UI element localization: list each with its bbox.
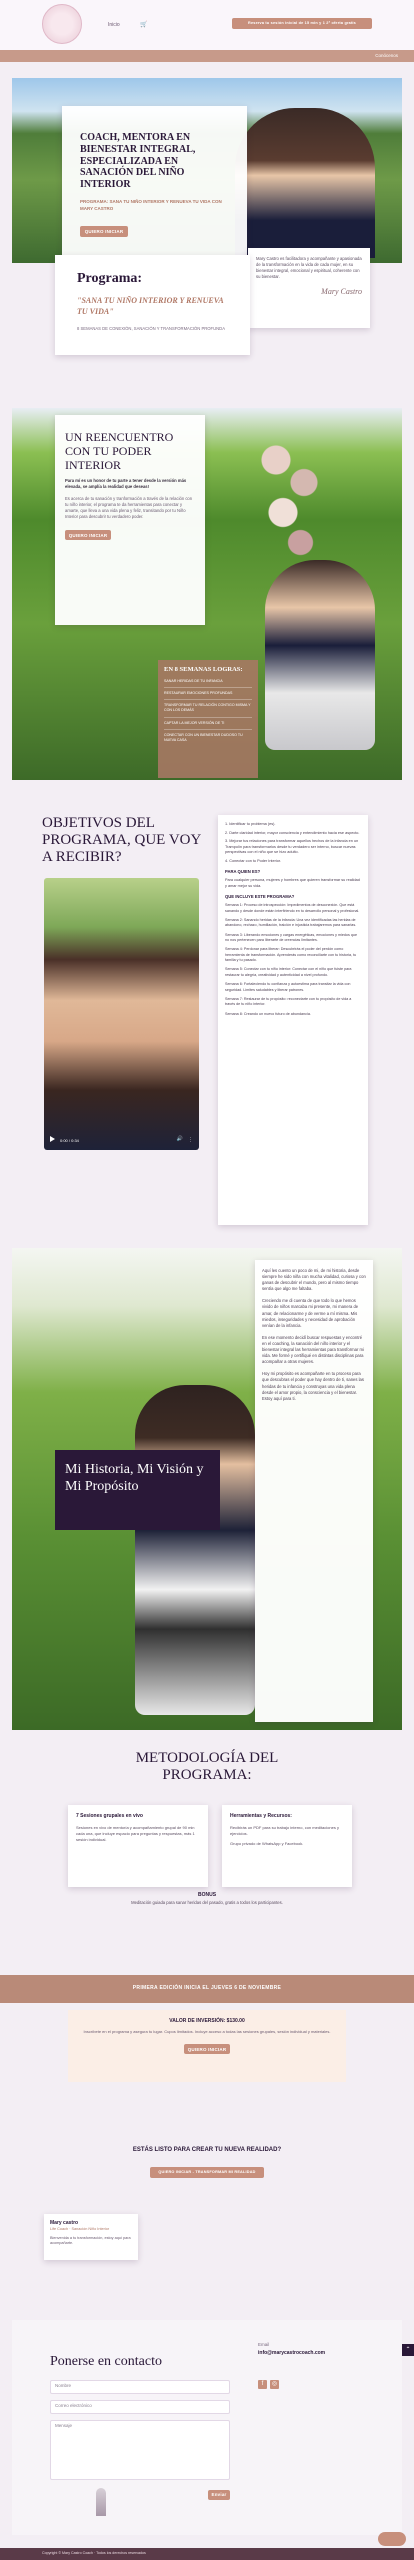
program-label: Programa: — [77, 271, 143, 286]
metodologia-card-body: Recibirás un PDF para su trabajo interno… — [230, 1825, 339, 1837]
semana-item: Semana 4: Perdonar para liberar: Descubr… — [225, 947, 357, 963]
inversion-title: VALOR DE INVERSIÓN: $130.00 — [169, 2018, 245, 2024]
hero-portrait — [235, 108, 375, 258]
semana-item: Semana 3: Liberando emociones y cargas e… — [225, 932, 358, 942]
chat-toggle[interactable] — [378, 2532, 406, 2546]
footer-text: Copyright © Mary Castro Coach · Todos lo… — [42, 2551, 146, 2555]
hero-signature: Mary Castro — [321, 287, 362, 297]
volume-icon[interactable]: 🔊 — [177, 1136, 183, 1143]
objetivo-item: 4. Conectar con tu Poder Interior. — [225, 858, 281, 863]
hero-button[interactable]: Quiero iniciar — [80, 226, 128, 238]
testimonial-name: Mary castro — [50, 2220, 79, 2226]
historia-paragraph: Hoy mi propósito es acompañarte en tu pr… — [262, 1371, 364, 1401]
historia-paragraph: Creciendo me di cuenta de que todo lo qu… — [262, 1298, 359, 1328]
inversion-button[interactable]: Quiero iniciar — [184, 2044, 230, 2055]
metodologia-card-title: Herramientas y Recursos: — [230, 1813, 292, 1819]
para-title: PARA QUIEN ES? — [225, 869, 261, 874]
objetivo-item: 3. Mejorar tus relaciones para transform… — [225, 839, 359, 854]
semana-item: Semana 6: Fortaleciendo tu confianza y a… — [225, 982, 351, 992]
para-body: Para cualquier persona, mujeres y hombre… — [225, 878, 360, 888]
reencuentro-lead: Para mí es un honor de tu parte a tener … — [65, 478, 187, 490]
cart-icon[interactable]: 🛒 — [140, 21, 147, 30]
objetivos-card: 1. Identificar tu problema (es). 2. Dart… — [218, 815, 368, 1225]
logros-panel: EN 8 SEMANAS LOGRAS: SANAR HERIDAS DE TU… — [158, 660, 258, 778]
header-bar: Conócenos — [0, 50, 414, 62]
reencuentro-body: Es acerca de tu sanación y tranformación… — [65, 495, 193, 519]
edition-banner: PRIMERA EDICIÓN INICIA EL JUEVES 6 DE NO… — [0, 1975, 414, 2003]
contact-title: Ponerse en contacto — [50, 2354, 162, 2369]
header-sub-cta[interactable]: Conócenos — [375, 53, 398, 60]
semana-item: Semana 8: Creando un nuevo futuro de abu… — [225, 1011, 311, 1016]
facebook-icon[interactable]: f — [258, 2380, 267, 2389]
reencuentro-title: UN REENCUENTRO CON TU PODER INTERIOR — [65, 430, 174, 472]
incluye-title: QUE INCLUYE ESTE PROGRAMA? — [225, 894, 295, 900]
historia-portrait — [135, 1385, 255, 1715]
testimonial-role: Life Coach · Sanación Niño Interior — [50, 2227, 110, 2232]
hero-quote-card: Mary Castro es facilitadora y acompañant… — [248, 248, 370, 328]
metodologia-card-2: Herramientas y Recursos: Recibirás un PD… — [222, 1805, 352, 1887]
semana-item: Semana 5: Conectar con tu niño interior:… — [225, 967, 352, 977]
name-field[interactable]: Nombre — [50, 2380, 230, 2394]
hero-title: COACH, MENTORA EN BIENESTAR INTEGRAL, ES… — [80, 132, 196, 191]
header-cta-button[interactable]: Reserva tu sesión inicial de 15 min y 1 … — [232, 18, 372, 29]
metodologia-card-body: Sesiones en vivo de mentoría y acompañam… — [76, 1825, 195, 1842]
email-label: Email — [258, 2342, 270, 2347]
reencuentro-portrait — [265, 560, 375, 750]
logros-item: SANAR HERIDAS DE TU INFANCIA — [164, 679, 252, 688]
bonus-body: Meditación guiada para sanar heridas del… — [131, 1900, 283, 1905]
scroll-top-button[interactable]: ⌃ — [402, 2344, 414, 2356]
email-field[interactable]: Correo electrónico — [50, 2400, 230, 2414]
send-button[interactable]: Enviar — [208, 2490, 230, 2500]
logo[interactable] — [42, 4, 82, 44]
program-card: Programa: "SANA TU NIÑO INTERIOR Y RENUE… — [55, 255, 250, 355]
historia-paragraph: En ese momento decidí buscar respuestas … — [262, 1334, 364, 1365]
hero-quote: Mary Castro es facilitadora y acompañant… — [256, 256, 362, 280]
logros-item: CONECTAR CON UN BIENESTAR DUDOSO TU NUEV… — [164, 732, 243, 743]
historia-paragraph: Aquí les cuento un poco de mi, de mi his… — [262, 1268, 366, 1292]
semana-item: Semana 2: Sanando heridas de la infancia… — [225, 917, 357, 928]
program-name: "SANA TU NIÑO INTERIOR Y RENUEVA TU VIDA… — [77, 296, 224, 317]
nav-item-inicio[interactable]: Inicio — [108, 22, 120, 29]
metodologia-title: METODOLOGÍA DEL PROGRAMA: — [135, 1750, 279, 1784]
historia-text-card: Aquí les cuento un poco de mi, de mi his… — [255, 1260, 373, 1722]
reencuentro-card: UN REENCUENTRO CON TU PODER INTERIOR Par… — [55, 415, 205, 625]
logros-item: TRANSFORMAR TU RELACIÓN CONTIGO MISMA Y … — [164, 703, 252, 718]
objetivos-video[interactable]: 0:00 / 0:34 🔊 ⋮ — [44, 878, 199, 1150]
ready-title: ESTÁS LISTO PARA CREAR TU NUEVA REALIDAD… — [132, 2147, 282, 2153]
instagram-icon[interactable]: ◎ — [270, 2380, 279, 2389]
historia-title: Mi Historia, Mi Visión y Mi Propósito — [65, 1462, 204, 1494]
program-desc: 8 SEMANAS DE CONEXIÓN, SANACIÓN Y TRANSF… — [77, 325, 225, 331]
objetivo-item: 2. Darte claridad interior, mayor consci… — [225, 830, 360, 835]
edition-banner-text: PRIMERA EDICIÓN INICIA EL JUEVES 6 DE NO… — [132, 1985, 282, 1991]
metodologia-card-title: 7 Sesiones grupales en vivo — [76, 1813, 143, 1819]
logros-item: CAPTAR LA MEJOR VERSIÓN DE TI — [164, 721, 252, 730]
semana-item: Semana 1: Proceso de introspección: Impe… — [225, 903, 360, 913]
inversion-body: Inscríbete en el programa y asegura tu l… — [83, 2029, 331, 2035]
inversion-card: VALOR DE INVERSIÓN: $130.00 Inscríbete e… — [68, 2010, 346, 2082]
header: Inicio 🛒 Reserva tu sesión inicial de 15… — [0, 0, 414, 50]
reencuentro-button[interactable]: Quiero iniciar — [65, 529, 111, 540]
footer: Copyright © Mary Castro Coach · Todos lo… — [0, 2548, 414, 2560]
testimonial-text: Bienvenida a tu transformación, estoy aq… — [50, 2235, 131, 2246]
historia-title-card: Mi Historia, Mi Visión y Mi Propósito — [55, 1450, 220, 1530]
more-icon[interactable]: ⋮ — [188, 1137, 193, 1144]
play-icon[interactable] — [50, 1136, 55, 1142]
metodologia-card-1: 7 Sesiones grupales en vivo Sesiones en … — [68, 1805, 208, 1887]
testimonial-card: Mary castro Life Coach · Sanación Niño I… — [44, 2214, 138, 2260]
bonus-title: BONUS — [197, 1892, 217, 1898]
objetivos-title: OBJETIVOS DEL PROGRAMA, QUE VOY A RECIBI… — [42, 815, 201, 865]
logros-title: EN 8 SEMANAS LOGRAS: — [164, 666, 243, 673]
hero-subtitle: PROGRAMA: SANA TU NIÑO INTERIOR Y RENUEV… — [80, 198, 222, 211]
semana-item: Semana 7: Restaurar de tu propósito: rec… — [225, 996, 352, 1007]
message-field[interactable]: Mensaje — [50, 2420, 230, 2480]
ready-button[interactable]: Quiero iniciar - Transformar mi realidad — [150, 2167, 264, 2178]
email-address[interactable]: info@marycastrocoach.com — [258, 2350, 325, 2357]
video-time: 0:00 / 0:34 — [60, 1138, 79, 1144]
decorative-pillar — [96, 2488, 106, 2516]
logros-item: RESTAURAR EMOCIONES PROFUNDAS — [164, 691, 252, 701]
balloons-image — [255, 430, 325, 580]
metodologia-card-extra: Grupo privado de WhatsApp y Facebook. — [230, 1840, 304, 1846]
objetivo-item: 1. Identificar tu problema (es). — [225, 822, 276, 826]
hero-title-card: COACH, MENTORA EN BIENESTAR INTEGRAL, ES… — [62, 106, 247, 261]
